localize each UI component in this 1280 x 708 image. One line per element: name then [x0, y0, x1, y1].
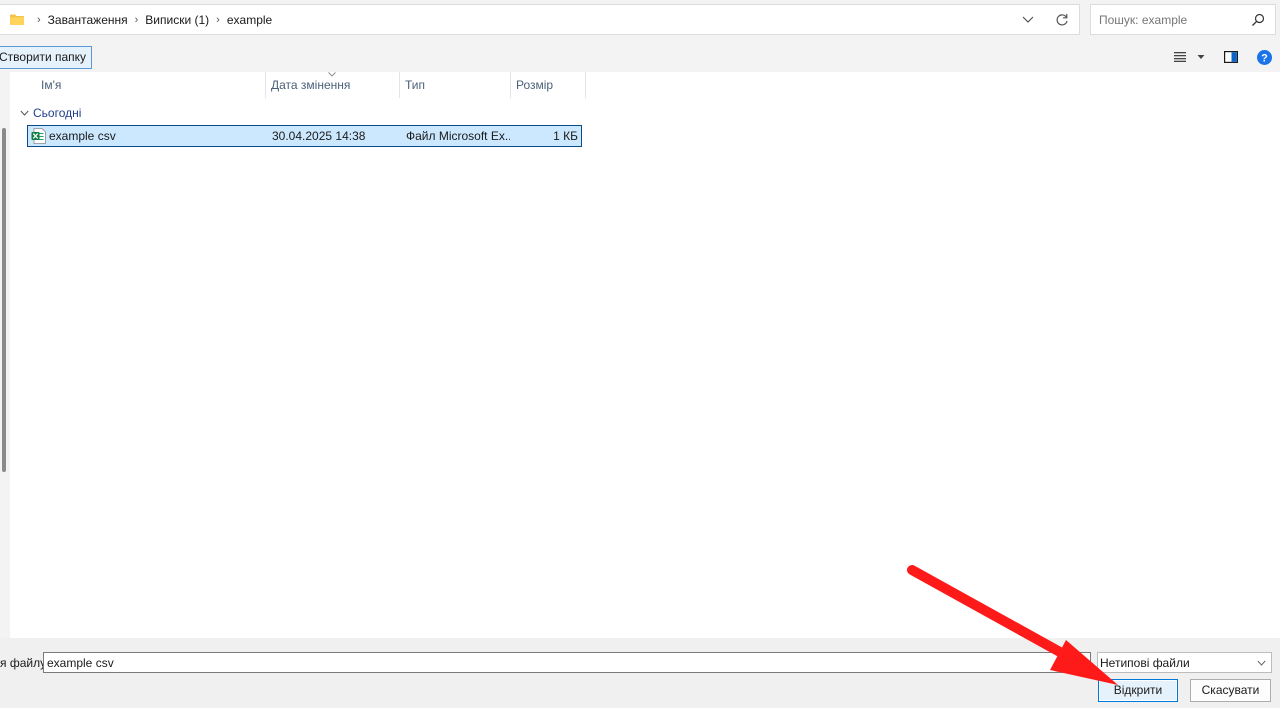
file-date: 30.04.2025 14:38	[272, 129, 366, 143]
file-list: Ім'я Дата змінення Тип Розмір Сьогодні e…	[10, 72, 1280, 638]
folder-icon	[10, 14, 24, 25]
search-box[interactable]: Пошук: example	[1090, 4, 1276, 35]
search-input[interactable]: Пошук: example	[1099, 13, 1187, 27]
breadcrumb-item-downloads[interactable]: Завантаження	[48, 13, 128, 27]
search-icon[interactable]	[1251, 13, 1265, 27]
filename-label: я файлу:	[0, 656, 50, 670]
column-header-size[interactable]: Розмір	[511, 72, 586, 98]
help-icon[interactable]: ?	[1257, 50, 1272, 65]
file-type: Файл Microsoft Ex...	[406, 129, 510, 143]
open-button[interactable]: Відкрити	[1098, 679, 1178, 702]
dialog-footer: я файлу: Нетипові файли Відкрити Скасува…	[0, 638, 1280, 708]
svg-text:?: ?	[1261, 52, 1268, 64]
column-header-type[interactable]: Тип	[400, 72, 511, 98]
preview-pane-icon[interactable]	[1224, 51, 1238, 63]
chevron-down-icon[interactable]	[1020, 13, 1036, 27]
file-row[interactable]: example csv 30.04.2025 14:38 Файл Micros…	[27, 125, 582, 147]
breadcrumb-item-example[interactable]: example	[227, 13, 272, 27]
file-size: 1 КБ	[553, 129, 578, 143]
new-folder-button[interactable]: Створити папку	[0, 46, 92, 69]
address-bar-row: › Завантаження › Виписки (1) › example П…	[0, 0, 1280, 40]
chevron-right-icon: ›	[216, 13, 220, 26]
command-bar: Створити папку ?	[0, 40, 1280, 72]
sort-indicator-icon	[328, 72, 336, 77]
navigation-scrollbar[interactable]	[2, 128, 6, 472]
excel-file-icon	[31, 128, 46, 144]
chevron-right-icon: ›	[134, 13, 139, 26]
breadcrumb-item-statements[interactable]: Виписки (1)	[145, 13, 209, 27]
file-type-select[interactable]: Нетипові файли	[1097, 652, 1272, 673]
breadcrumb: › Завантаження › Виписки (1) › example	[30, 5, 272, 34]
file-type-value: Нетипові файли	[1100, 656, 1190, 670]
address-bar[interactable]: › Завантаження › Виписки (1) › example	[0, 4, 1080, 35]
column-header-name[interactable]: Ім'я	[10, 72, 266, 98]
refresh-icon[interactable]	[1054, 12, 1070, 28]
chevron-right-icon: ›	[37, 13, 41, 26]
group-header-today[interactable]: Сьогодні	[20, 105, 81, 121]
cancel-button[interactable]: Скасувати	[1190, 679, 1271, 702]
caret-down-icon[interactable]	[1197, 54, 1205, 60]
view-details-icon[interactable]	[1174, 52, 1186, 62]
chevron-down-icon	[20, 110, 29, 116]
column-headers: Ім'я Дата змінення Тип Розмір	[10, 72, 586, 98]
group-label: Сьогодні	[33, 106, 82, 120]
file-name: example csv	[49, 129, 116, 143]
chevron-down-icon	[1257, 660, 1266, 666]
filename-input[interactable]	[43, 652, 1091, 673]
